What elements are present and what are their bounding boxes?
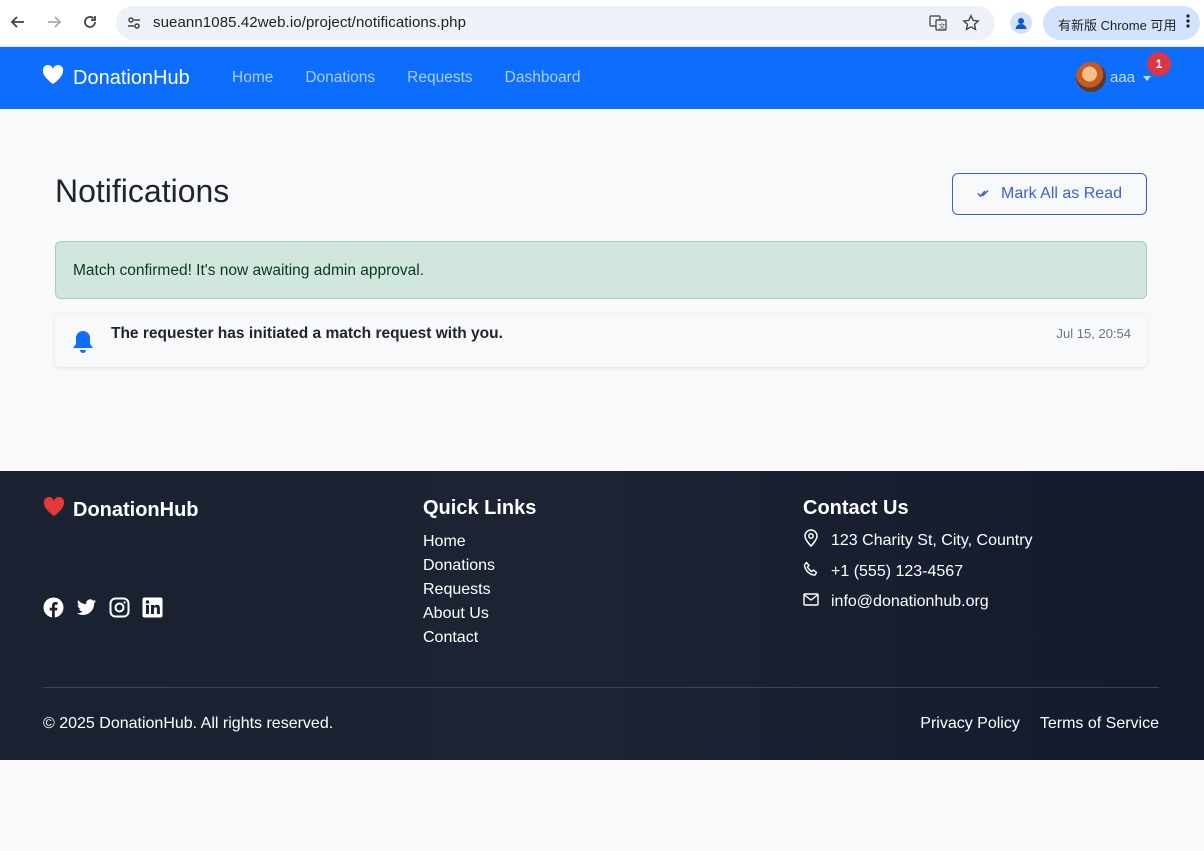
notification-count-badge: 1 — [1147, 52, 1171, 76]
footer-link-requests[interactable]: Requests — [423, 578, 495, 602]
terms-of-service-link[interactable]: Terms of Service — [1040, 715, 1159, 733]
translate-icon[interactable]: 文 — [928, 13, 948, 33]
instagram-icon[interactable] — [109, 597, 130, 618]
mark-all-read-label: Mark All as Read — [1001, 185, 1122, 202]
page-title: Notifications — [55, 173, 230, 209]
site-settings-icon[interactable] — [124, 13, 144, 33]
notification-message: The requester has initiated a match requ… — [111, 325, 503, 342]
notification-item[interactable]: The requester has initiated a match requ… — [55, 314, 1147, 367]
alert-text: Match confirmed! It's now awaiting admin… — [73, 262, 425, 279]
chrome-update-button[interactable]: 有新版 Chrome 可用 — [1043, 6, 1200, 40]
bell-icon — [71, 329, 95, 360]
more-vertical-icon[interactable] — [1186, 13, 1190, 32]
user-dropdown[interactable]: aaa — [1076, 62, 1152, 92]
copyright-text: © 2025 DonationHub. All rights reserved. — [43, 715, 334, 732]
contact-title: Contact Us — [803, 497, 909, 519]
username: aaa — [1110, 68, 1136, 86]
linkedin-icon[interactable] — [142, 597, 163, 618]
nav-link-home[interactable]: Home — [232, 69, 273, 87]
nav-link-dashboard[interactable]: Dashboard — [505, 69, 581, 87]
top-navbar: DonationHub Home Donations Requests Dash… — [0, 47, 1204, 109]
footer-link-donations[interactable]: Donations — [423, 554, 495, 578]
contact-email-text[interactable]: info@donationhub.org — [831, 593, 989, 611]
legal-links: Privacy Policy Terms of Service — [920, 715, 1159, 733]
svg-text:文: 文 — [939, 22, 946, 31]
quick-links-title: Quick Links — [423, 497, 537, 519]
privacy-policy-link[interactable]: Privacy Policy — [920, 715, 1020, 733]
social-links — [43, 597, 163, 618]
brand-name: DonationHub — [73, 66, 190, 89]
notification-time: Jul 15, 20:54 — [1056, 326, 1131, 341]
heart-icon — [42, 65, 64, 91]
forward-arrow-icon[interactable] — [42, 10, 66, 34]
footer-brand-name: DonationHub — [73, 498, 199, 521]
contact-address: 123 Charity St, City, Country — [803, 529, 1033, 552]
contact-phone-text: +1 (555) 123-4567 — [831, 562, 964, 580]
phone-icon — [803, 561, 819, 582]
footer-link-contact[interactable]: Contact — [423, 626, 495, 650]
double-check-icon — [977, 185, 991, 203]
footer-link-home[interactable]: Home — [423, 530, 495, 554]
twitter-icon[interactable] — [76, 597, 97, 618]
nav-links: Home Donations Requests Dashboard — [232, 69, 612, 87]
caret-down-icon — [1143, 75, 1152, 81]
profile-icon[interactable] — [1010, 12, 1032, 34]
back-arrow-icon[interactable] — [6, 10, 30, 34]
navbar-brand[interactable]: DonationHub — [42, 65, 190, 91]
address-bar[interactable]: sueann1085.42web.io/project/notification… — [116, 6, 995, 40]
mark-all-read-button[interactable]: Mark All as Read — [952, 173, 1147, 215]
footer-brand: DonationHub — [43, 497, 199, 523]
site-footer: DonationHub Quick Links Home Donations R… — [0, 471, 1204, 760]
heart-icon — [43, 497, 65, 523]
quick-links-list: Home Donations Requests About Us Contact — [423, 530, 495, 650]
nav-link-donations[interactable]: Donations — [305, 69, 375, 87]
reload-icon[interactable] — [78, 10, 102, 34]
url-text[interactable]: sueann1085.42web.io/project/notification… — [153, 14, 466, 31]
nav-link-requests[interactable]: Requests — [407, 69, 472, 87]
contact-address-text: 123 Charity St, City, Country — [831, 531, 1033, 549]
chrome-update-label: 有新版 Chrome 可用 — [1058, 18, 1177, 33]
footer-link-about[interactable]: About Us — [423, 602, 495, 626]
map-pin-icon — [803, 529, 819, 552]
browser-toolbar: sueann1085.42web.io/project/notification… — [0, 0, 1204, 47]
facebook-icon[interactable] — [43, 597, 64, 618]
bookmark-star-icon[interactable] — [961, 13, 981, 33]
footer-divider — [43, 687, 1159, 688]
avatar — [1076, 62, 1106, 92]
contact-email: info@donationhub.org — [803, 593, 989, 611]
contact-phone: +1 (555) 123-4567 — [803, 561, 963, 582]
success-alert: Match confirmed! It's now awaiting admin… — [55, 241, 1147, 299]
envelope-icon — [803, 593, 819, 611]
